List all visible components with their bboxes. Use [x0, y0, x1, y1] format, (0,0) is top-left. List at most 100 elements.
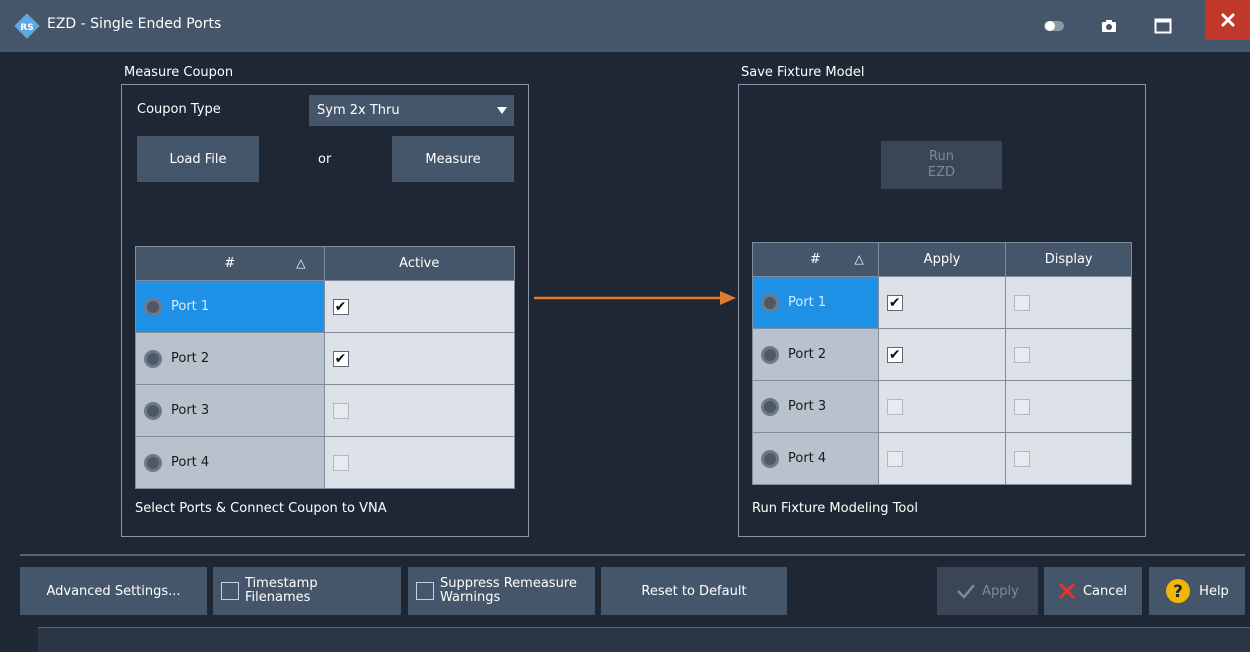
save-ports-table: # △ Apply Display Port 1 ✔ Port 2 ✔ Port 3 Po… [752, 242, 1132, 485]
active-cell[interactable]: ✔ [323, 280, 516, 333]
port-cell[interactable]: Port 1 [752, 276, 879, 329]
maximize-icon[interactable] [1150, 13, 1176, 39]
timestamp-filenames-checkbox[interactable]: Timestamp Filenames [213, 567, 401, 615]
suppress-label-line2: Warnings [440, 590, 501, 605]
measure-button[interactable]: Measure [392, 136, 514, 182]
active-checkbox[interactable] [332, 402, 349, 419]
port-cell[interactable]: Port 1 [135, 280, 325, 333]
coupon-type-select[interactable]: Sym 2x Thru [309, 95, 514, 126]
display-checkbox[interactable] [1014, 346, 1031, 363]
flow-arrow-icon [534, 291, 736, 305]
display-checkbox[interactable] [1014, 294, 1031, 311]
display-cell[interactable] [1005, 276, 1132, 329]
apply-checkbox[interactable]: ✔ [886, 294, 903, 311]
table-row[interactable]: Port 2 ✔ [752, 328, 1132, 381]
table-row[interactable]: Port 4 [752, 432, 1132, 485]
port-label: Port 3 [788, 399, 827, 414]
table-row[interactable]: Port 4 [135, 436, 516, 489]
apply-cell[interactable] [877, 380, 1007, 433]
apply-button[interactable]: Apply [937, 567, 1038, 615]
active-checkbox[interactable]: ✔ [332, 298, 349, 315]
port-cell[interactable]: Port 3 [135, 384, 325, 437]
column-header-active[interactable]: Active [323, 246, 516, 281]
table-row[interactable]: Port 3 [135, 384, 516, 437]
port-label: Port 4 [171, 455, 210, 470]
column-number-label: # [809, 252, 821, 267]
table-row[interactable]: Port 1 ✔ [752, 276, 1132, 329]
port-cell[interactable]: Port 4 [752, 432, 879, 485]
measure-ports-table: # △ Active Port 1 ✔ Port 2 ✔ Port 3 Port 4 [135, 246, 516, 489]
column-header-number[interactable]: # △ [135, 246, 325, 281]
table-row[interactable]: Port 1 ✔ [135, 280, 516, 333]
active-cell[interactable]: ✔ [323, 332, 516, 385]
toggle-theme-icon[interactable] [1041, 13, 1067, 39]
apply-label: Apply [982, 583, 1019, 599]
port-label: Port 4 [788, 451, 827, 466]
port-cell[interactable]: Port 4 [135, 436, 325, 489]
close-icon [1221, 13, 1234, 27]
active-checkbox[interactable]: ✔ [332, 350, 349, 367]
table-row[interactable]: Port 2 ✔ [135, 332, 516, 385]
suppress-checkbox-box [416, 582, 434, 600]
check-icon [957, 584, 976, 599]
apply-cell[interactable] [877, 432, 1007, 485]
display-cell[interactable] [1005, 380, 1132, 433]
close-button[interactable] [1205, 0, 1250, 40]
cancel-button[interactable]: Cancel [1044, 567, 1142, 615]
apply-cell[interactable]: ✔ [877, 276, 1007, 329]
active-cell[interactable] [323, 384, 516, 437]
display-checkbox[interactable] [1014, 398, 1031, 415]
timestamp-label: Timestamp Filenames [245, 577, 318, 605]
camera-icon[interactable] [1096, 13, 1122, 39]
timestamp-label-line1: Timestamp [245, 576, 318, 591]
window-title: EZD - Single Ended Ports [47, 16, 222, 32]
title-bar: RS EZD - Single Ended Ports [0, 0, 1250, 52]
save-hint: Run Fixture Modeling Tool [752, 501, 918, 516]
load-file-button[interactable]: Load File [137, 136, 259, 182]
help-button[interactable]: ? Help [1149, 567, 1245, 615]
display-cell[interactable] [1005, 432, 1132, 485]
run-ezd-line1: Run [929, 149, 954, 164]
port-cell[interactable]: Port 3 [752, 380, 879, 433]
port-connector-icon [144, 453, 162, 472]
suppress-label: Suppress Remeasure Warnings [440, 577, 577, 605]
svg-text:?: ? [1173, 582, 1183, 602]
advanced-settings-button[interactable]: Advanced Settings... [20, 567, 207, 615]
port-connector-icon [761, 449, 779, 468]
port-label: Port 2 [171, 351, 210, 366]
svg-text:RS: RS [20, 23, 33, 33]
reset-to-default-button[interactable]: Reset to Default [601, 567, 787, 615]
port-label: Port 1 [788, 295, 827, 310]
apply-checkbox[interactable]: ✔ [886, 346, 903, 363]
port-connector-icon [761, 293, 779, 312]
cancel-label: Cancel [1082, 583, 1128, 599]
column-header-number[interactable]: # △ [752, 242, 879, 277]
port-connector-icon [144, 401, 162, 420]
timestamp-checkbox-box [221, 582, 239, 600]
port-cell[interactable]: Port 2 [752, 328, 879, 381]
display-checkbox[interactable] [1014, 450, 1031, 467]
sort-ascending-icon: △ [296, 256, 306, 270]
run-ezd-line2: EZD [927, 165, 956, 180]
column-header-apply[interactable]: Apply [877, 242, 1007, 277]
dropdown-arrow-icon [497, 107, 507, 114]
apply-checkbox[interactable] [886, 450, 903, 467]
coupon-type-label: Coupon Type [137, 102, 221, 117]
table-row[interactable]: Port 3 [752, 380, 1132, 433]
port-label: Port 1 [171, 299, 210, 314]
sort-ascending-icon: △ [854, 252, 864, 266]
display-cell[interactable] [1005, 328, 1132, 381]
port-connector-icon [144, 297, 162, 316]
suppress-remeasure-warnings-checkbox[interactable]: Suppress Remeasure Warnings [408, 567, 595, 615]
port-cell[interactable]: Port 2 [135, 332, 325, 385]
apply-checkbox[interactable] [886, 398, 903, 415]
cancel-x-icon [1059, 583, 1075, 599]
save-fixture-title: Save Fixture Model [741, 65, 865, 80]
active-checkbox[interactable] [332, 454, 349, 471]
run-ezd-button[interactable]: Run EZD [881, 141, 1002, 189]
active-cell[interactable] [323, 436, 516, 489]
rohde-schwarz-logo-icon: RS [14, 13, 40, 39]
column-header-display[interactable]: Display [1005, 242, 1132, 277]
apply-cell[interactable]: ✔ [877, 328, 1007, 381]
help-label: Help [1199, 583, 1229, 599]
